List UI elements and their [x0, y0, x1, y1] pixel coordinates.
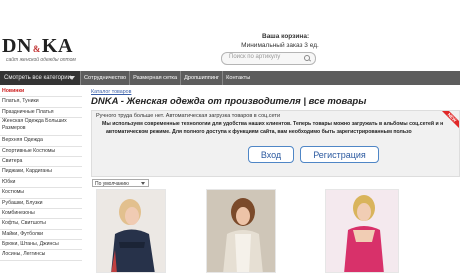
sidebar-item-sport-suits[interactable]: Спортивные Костюмы — [0, 147, 82, 157]
catalog-dropdown-label: Смотреть все категории — [4, 75, 71, 81]
sidebar-item-new[interactable]: Новинки — [0, 87, 82, 98]
sort-select[interactable]: По умолчанию — [92, 179, 149, 187]
chevron-down-icon — [69, 76, 75, 80]
sidebar-item-plus-size[interactable]: Женская Одежда Больших Размеров — [0, 118, 82, 137]
sidebar-item-sweatshirts[interactable]: Кофты, Свитшоты — [0, 219, 82, 230]
notice-text-2: автоматическом режиме. Для полного досту… — [106, 129, 412, 135]
product-card[interactable] — [206, 189, 276, 273]
cart-min-order: Минимальный заказ 3 ед. — [241, 42, 319, 49]
product-card[interactable] — [96, 189, 166, 273]
catalog-dropdown[interactable]: Смотреть все категории — [0, 71, 80, 85]
logo-part-ka: KA — [41, 35, 73, 57]
product-card[interactable] — [325, 189, 399, 273]
product-image — [97, 190, 165, 272]
page-title: DNKA - Женская одежда от производителя |… — [91, 96, 367, 107]
logo-tagline: сайт женской одежды оптом — [6, 57, 76, 63]
category-sidebar: Новинки Платья, Туники Праздничные Плать… — [0, 87, 82, 261]
logo[interactable]: DN&KA сайт женской одежды оптом — [2, 35, 76, 69]
sidebar-item-leggings[interactable]: Лосины, Леггинсы — [0, 250, 82, 261]
sort-selected-value: По умолчанию — [95, 181, 129, 187]
sidebar-item-sweaters[interactable]: Свитера — [0, 157, 82, 168]
new-ribbon-label: NEW — [441, 111, 459, 129]
product-image — [326, 190, 398, 272]
sidebar-item-dresses[interactable]: Платья, Туники — [0, 97, 82, 108]
nav-item-dropshipping[interactable]: Дропшиппинг — [180, 71, 222, 85]
nav-item-cooperation[interactable]: Сотрудничество — [80, 71, 129, 85]
sidebar-item-skirts[interactable]: Юбки — [0, 178, 82, 189]
sidebar-item-outerwear[interactable]: Верхняя Одежда — [0, 136, 82, 147]
cart-title[interactable]: Ваша корзина: — [262, 33, 309, 40]
logo-text: DN&KA — [2, 35, 73, 58]
chevron-down-icon — [141, 182, 145, 185]
search-placeholder: Поиск по артикулу — [229, 54, 281, 60]
notice-text-1: Мы используем современные технологии для… — [102, 121, 444, 127]
sidebar-item-jumpsuits[interactable]: Комбинезоны — [0, 209, 82, 220]
main-nav: Сотрудничество Размерная сетка Дропшиппи… — [80, 71, 253, 85]
login-button[interactable]: Вход — [248, 146, 294, 163]
product-image — [207, 190, 275, 272]
auto-upload-notice: Ручного труда больше нет. Автоматическая… — [91, 110, 460, 177]
sidebar-item-tshirts[interactable]: Майки, Футболки — [0, 230, 82, 241]
breadcrumb[interactable]: Каталог товаров — [91, 89, 131, 95]
top-navigation: Смотреть все категории Сотрудничество Ра… — [0, 71, 460, 85]
sidebar-item-blouses[interactable]: Рубашки, Блузки — [0, 199, 82, 209]
nav-item-contacts[interactable]: Контакты — [222, 71, 253, 85]
register-button[interactable]: Регистрация — [300, 146, 379, 163]
search-input[interactable]: Поиск по артикулу — [221, 52, 316, 65]
sidebar-item-suits[interactable]: Костюмы — [0, 188, 82, 199]
nav-item-size-chart[interactable]: Размерная сетка — [129, 71, 180, 85]
new-ribbon: NEW — [441, 111, 459, 129]
notice-headline: Ручного труда больше нет. Автоматическая… — [96, 113, 281, 119]
sidebar-item-trousers[interactable]: Брюки, Штаны, Джинсы — [0, 240, 82, 251]
search-icon[interactable] — [304, 55, 310, 61]
logo-amp: & — [32, 44, 41, 54]
sidebar-item-jackets[interactable]: Пиджаки, Кардиганы — [0, 167, 82, 178]
sidebar-item-festive-dresses[interactable]: Праздничные Платья — [0, 108, 82, 119]
logo-part-dn: DN — [2, 35, 32, 57]
